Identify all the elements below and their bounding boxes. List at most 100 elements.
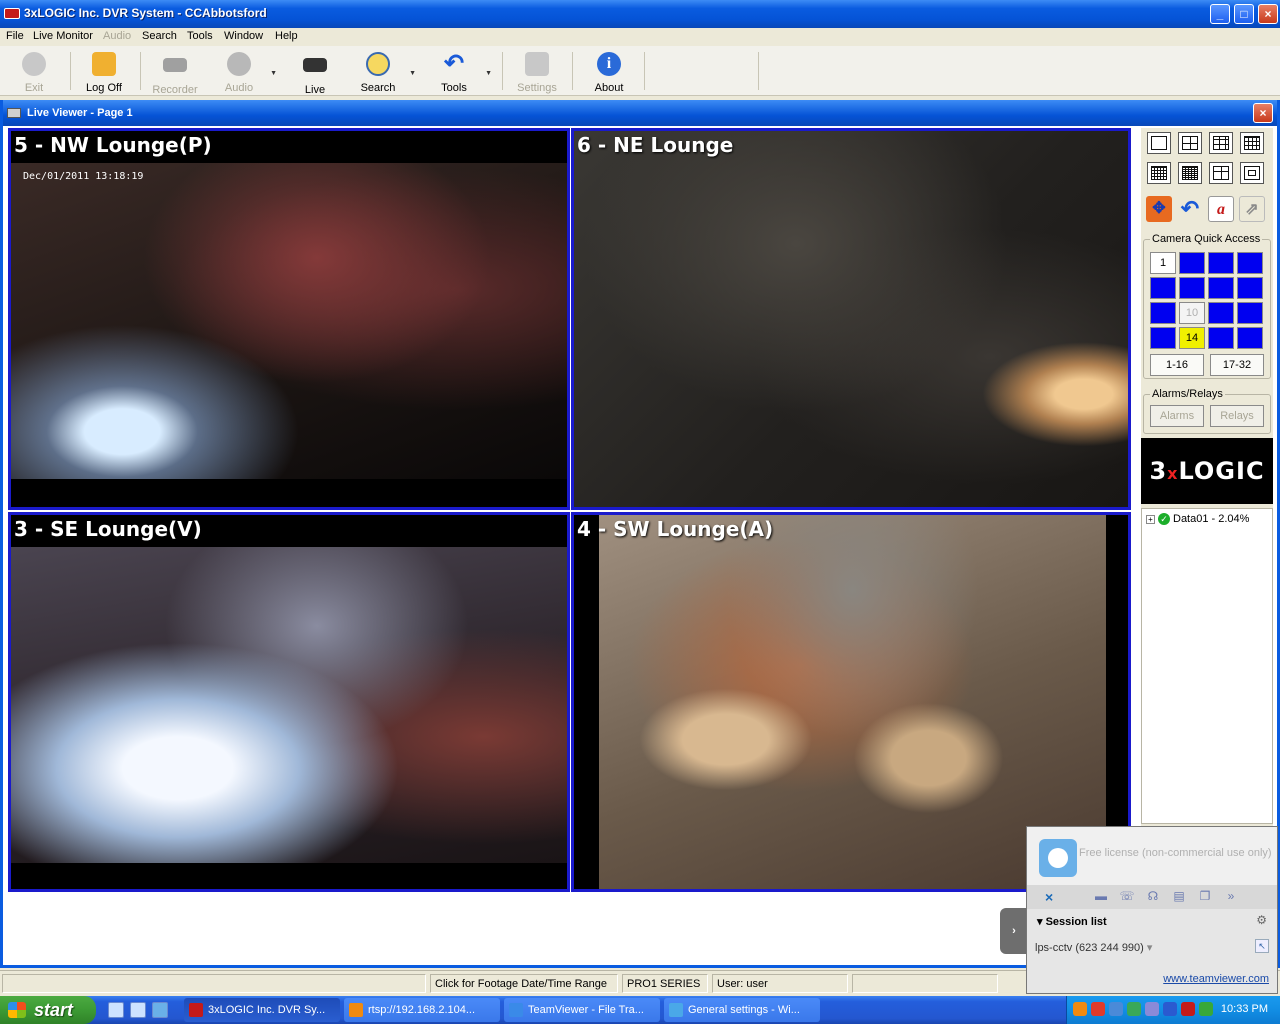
teamviewer-more-icon[interactable]: » bbox=[1223, 889, 1239, 903]
search-dropdown-arrow-icon[interactable]: ▼ bbox=[409, 70, 416, 77]
taskbar-task-1[interactable]: 3xLOGIC Inc. DVR Sy... bbox=[184, 998, 340, 1022]
refresh-arrow-icon[interactable]: ↶ bbox=[1177, 196, 1203, 222]
tray-monitor-icon[interactable] bbox=[1199, 1002, 1213, 1016]
session-settings-gear-icon[interactable]: ⚙ bbox=[1256, 913, 1267, 927]
start-button[interactable]: start bbox=[0, 996, 96, 1024]
camera-quick-button-8[interactable]: 8 bbox=[1237, 277, 1263, 299]
recorder-button[interactable]: Recorder bbox=[143, 50, 207, 96]
menu-search[interactable]: Search bbox=[142, 30, 177, 42]
camera-quick-button-6[interactable]: 6 bbox=[1179, 277, 1205, 299]
minimize-button[interactable]: _ bbox=[1210, 4, 1230, 24]
exit-button[interactable]: Exit bbox=[2, 50, 66, 94]
popout-icon[interactable]: ⇗ bbox=[1239, 196, 1265, 222]
session-cursor-icon[interactable]: ↖ bbox=[1255, 939, 1269, 953]
maximize-button[interactable]: □ bbox=[1234, 4, 1254, 24]
teamviewer-collapse-tab[interactable]: › bbox=[1000, 908, 1028, 954]
layout-5x5-button[interactable] bbox=[1147, 162, 1171, 184]
layout-custom-b-button[interactable] bbox=[1240, 162, 1264, 184]
menu-tools[interactable]: Tools bbox=[187, 30, 213, 42]
taskbar-task-2[interactable]: rtsp://192.168.2.104... bbox=[344, 998, 500, 1022]
tray-vlc-icon[interactable] bbox=[1073, 1002, 1087, 1016]
camera-label: 5 - NW Lounge(P) bbox=[14, 133, 212, 157]
taskbar-clock[interactable]: 10:33 PM bbox=[1221, 1003, 1268, 1015]
window-title-bar[interactable]: 3xLOGIC Inc. DVR System - CCAbbotsford _… bbox=[0, 0, 1280, 28]
relays-button[interactable]: Relays bbox=[1210, 405, 1264, 427]
about-button[interactable]: i About bbox=[577, 50, 641, 94]
teamviewer-video-icon[interactable]: ▬ bbox=[1093, 889, 1109, 903]
session-dropdown-arrow-icon[interactable]: ▾ bbox=[1147, 942, 1153, 954]
camera-tile-nw-lounge[interactable]: 5 - NW Lounge(P) Dec/01/2011 13:18:19 bbox=[8, 128, 570, 510]
camera-quick-button-1[interactable]: 1 bbox=[1150, 252, 1176, 274]
teamviewer-close-icon[interactable]: × bbox=[1045, 889, 1053, 905]
camera-quick-button-11[interactable]: 11 bbox=[1208, 302, 1234, 324]
session-list-title[interactable]: ▾ Session list bbox=[1037, 915, 1107, 928]
quick-launch-explorer-icon[interactable] bbox=[130, 1002, 146, 1018]
tray-network-icon[interactable] bbox=[1109, 1002, 1123, 1016]
live-viewer-close-button[interactable]: × bbox=[1253, 103, 1273, 123]
layout-2x2-button[interactable] bbox=[1178, 132, 1202, 154]
tray-teamviewer-icon[interactable] bbox=[1163, 1002, 1177, 1016]
live-viewer-title-bar[interactable]: Live Viewer - Page 1 × bbox=[3, 100, 1277, 126]
tray-speaker-icon[interactable] bbox=[1091, 1002, 1105, 1016]
camera-quick-button-15[interactable]: 15 bbox=[1208, 327, 1234, 349]
camera-quick-button-2[interactable]: 2 bbox=[1179, 252, 1205, 274]
teamviewer-files-icon[interactable]: ❐ bbox=[1197, 889, 1213, 903]
quick-launch-browser-icon[interactable] bbox=[152, 1002, 168, 1018]
camera-quick-button-7[interactable]: 7 bbox=[1208, 277, 1234, 299]
quick-launch-desktop-icon[interactable] bbox=[108, 1002, 124, 1018]
settings-button[interactable]: Settings bbox=[505, 50, 569, 94]
page-17-32-button[interactable]: 17-32 bbox=[1210, 354, 1264, 376]
teamviewer-website-link[interactable]: www.teamviewer.com bbox=[1163, 973, 1269, 985]
camera-quick-button-9[interactable]: 9 bbox=[1150, 302, 1176, 324]
camera-quick-button-16[interactable]: 16 bbox=[1237, 327, 1263, 349]
tray-dvr-icon[interactable] bbox=[1181, 1002, 1195, 1016]
tools-dropdown-arrow-icon[interactable]: ▼ bbox=[485, 70, 492, 77]
tray-security-icon[interactable] bbox=[1127, 1002, 1141, 1016]
close-button[interactable]: × bbox=[1258, 4, 1278, 24]
camera-quick-button-4[interactable]: 4 bbox=[1237, 252, 1263, 274]
tree-node-data01[interactable]: + ✓ Data01 - 2.04% bbox=[1146, 513, 1249, 526]
taskbar-task-label: 3xLOGIC Inc. DVR Sy... bbox=[208, 1004, 326, 1016]
text-a-icon[interactable]: a bbox=[1208, 196, 1234, 222]
footage-range-pane[interactable]: Click for Footage Date/Time Range bbox=[430, 974, 618, 993]
teamviewer-headset-icon[interactable]: ☊ bbox=[1145, 889, 1161, 903]
layout-custom-a-button[interactable] bbox=[1209, 162, 1233, 184]
menu-help[interactable]: Help bbox=[275, 30, 298, 42]
camera-quick-button-12[interactable]: 12 bbox=[1237, 302, 1263, 324]
page-1-16-button[interactable]: 1-16 bbox=[1150, 354, 1204, 376]
tools-button[interactable]: ↶ Tools ▼ bbox=[422, 50, 492, 95]
menu-audio[interactable]: Audio bbox=[103, 30, 131, 42]
tree-expand-icon[interactable]: + bbox=[1146, 514, 1155, 524]
camera-quick-button-10[interactable]: 10 bbox=[1179, 302, 1205, 324]
audio-button[interactable]: Audio ▼ bbox=[207, 50, 277, 94]
taskbar-task-label: TeamViewer - File Tra... bbox=[528, 1004, 644, 1016]
layout-6x6-button[interactable] bbox=[1178, 162, 1202, 184]
menu-window[interactable]: Window bbox=[224, 30, 263, 42]
logo-text-prefix: 3 bbox=[1149, 457, 1168, 485]
camera-tile-ne-lounge[interactable]: 6 - NE Lounge bbox=[571, 128, 1131, 510]
fullscreen-icon[interactable]: ✥ bbox=[1146, 196, 1172, 222]
teamviewer-phone-icon[interactable]: ☏ bbox=[1119, 889, 1135, 903]
camera-quick-button-14[interactable]: 14 bbox=[1179, 327, 1205, 349]
menu-live-monitor[interactable]: Live Monitor bbox=[33, 30, 93, 42]
session-list-item[interactable]: lps-cctv (623 244 990) ▾ bbox=[1035, 941, 1152, 954]
layout-4x4-button[interactable] bbox=[1240, 132, 1264, 154]
toolbar-separator bbox=[70, 52, 71, 90]
camera-quick-button-5[interactable]: 5 bbox=[1150, 277, 1176, 299]
live-button[interactable]: Live bbox=[283, 50, 347, 96]
layout-3x3-button[interactable] bbox=[1209, 132, 1233, 154]
taskbar-task-4[interactable]: General settings - Wi... bbox=[664, 998, 820, 1022]
camera-tile-se-lounge[interactable]: 3 - SE Lounge(V) bbox=[8, 512, 570, 892]
tray-sync-icon[interactable] bbox=[1145, 1002, 1159, 1016]
audio-dropdown-arrow-icon[interactable]: ▼ bbox=[270, 70, 277, 77]
log-off-button[interactable]: Log Off bbox=[72, 50, 136, 94]
camera-quick-button-13[interactable]: 13 bbox=[1150, 327, 1176, 349]
camera-quick-button-3[interactable]: 3 bbox=[1208, 252, 1234, 274]
menu-file[interactable]: File bbox=[6, 30, 24, 42]
taskbar-task-3[interactable]: TeamViewer - File Tra... bbox=[504, 998, 660, 1022]
layout-1x1-button[interactable] bbox=[1147, 132, 1171, 154]
alarms-button[interactable]: Alarms bbox=[1150, 405, 1204, 427]
taskbar-app-icon bbox=[349, 1003, 363, 1017]
search-button[interactable]: Search ▼ bbox=[346, 50, 416, 94]
teamviewer-chat-icon[interactable]: ▤ bbox=[1171, 889, 1187, 903]
